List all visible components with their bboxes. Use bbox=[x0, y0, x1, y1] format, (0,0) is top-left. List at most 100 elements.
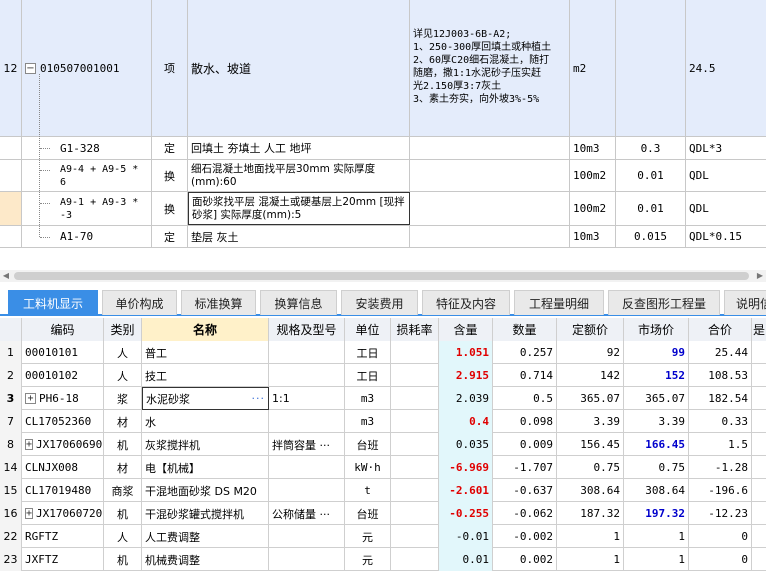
header-name[interactable]: 名称 bbox=[142, 318, 269, 341]
quota-expr[interactable]: QDL bbox=[686, 160, 766, 191]
material-market-price[interactable]: 365.07 bbox=[624, 387, 689, 410]
scrollbar-thumb[interactable] bbox=[14, 272, 749, 280]
material-code[interactable]: 00010101 bbox=[22, 341, 104, 364]
material-name[interactable]: 人工费调整 bbox=[142, 525, 269, 548]
tab-standard-conversion[interactable]: 标准换算 bbox=[181, 290, 256, 315]
header-total[interactable]: 合价 bbox=[689, 318, 752, 341]
bill-row-main[interactable]: 12 − 010507001001 项 散水、坡道 详见12J003-6B-A2… bbox=[0, 0, 766, 137]
material-content[interactable]: -0.255 bbox=[439, 502, 493, 525]
quota-row[interactable]: A1-70 定 垫层 灰土 10m3 0.015 QDL*0.15 bbox=[0, 226, 766, 248]
plus-box-icon[interactable]: + bbox=[25, 439, 34, 450]
quota-name-editor[interactable]: 面砂浆找平层 混凝土或硬基层上20mm [现拌砂浆] 实际厚度(mm):5 bbox=[188, 192, 410, 225]
table-row[interactable]: 3 + PH6-18 浆 水泥砂浆 ··· 1:1 m3 2.039 0.5 365.07 365.0… bbox=[0, 387, 766, 410]
table-row[interactable]: 8 + JX17060690 机 灰浆搅拌机 拌筒容量 ··· 台班 0.035 0.009 15… bbox=[0, 433, 766, 456]
tab-unit-price[interactable]: 单价构成 bbox=[102, 290, 177, 315]
material-name[interactable]: 技工 bbox=[142, 364, 269, 387]
table-row[interactable]: 1 00010101 人 普工 工日 1.051 0.257 92 99 25.44 bbox=[0, 341, 766, 364]
minus-box-icon[interactable]: − bbox=[25, 62, 36, 74]
material-content[interactable]: 0.035 bbox=[439, 433, 493, 456]
material-content[interactable]: -2.601 bbox=[439, 479, 493, 502]
material-code[interactable]: JXFTZ bbox=[22, 548, 104, 571]
tab-features-content[interactable]: 特征及内容 bbox=[422, 290, 510, 315]
tab-graphic-quantity[interactable]: 反查图形工程量 bbox=[608, 290, 720, 315]
header-content[interactable]: 含量 bbox=[439, 318, 493, 341]
horizontal-scrollbar[interactable]: ◀ ▶ bbox=[0, 270, 766, 282]
tab-install-fee[interactable]: 安装费用 bbox=[341, 290, 418, 315]
material-name[interactable]: 干混地面砂浆 DS M20 bbox=[142, 479, 269, 502]
material-code[interactable]: + PH6-18 bbox=[22, 387, 104, 410]
scroll-left-icon[interactable]: ◀ bbox=[0, 270, 12, 282]
header-unit[interactable]: 单位 bbox=[345, 318, 391, 341]
tab-description[interactable]: 说明信 bbox=[724, 290, 766, 315]
tab-conversion-info[interactable]: 换算信息 bbox=[260, 290, 337, 315]
material-spec bbox=[269, 364, 345, 387]
header-code[interactable]: 编码 bbox=[22, 318, 104, 341]
plus-box-icon[interactable]: + bbox=[25, 393, 36, 404]
material-market-price[interactable]: 0.75 bbox=[624, 456, 689, 479]
quota-expr[interactable]: QDL bbox=[686, 192, 766, 225]
material-name[interactable]: 机械费调整 bbox=[142, 548, 269, 571]
material-code[interactable]: CLNJX008 bbox=[22, 456, 104, 479]
header-flag[interactable]: 是 bbox=[752, 318, 766, 341]
material-content[interactable]: -6.969 bbox=[439, 456, 493, 479]
material-market-price[interactable]: 152 bbox=[624, 364, 689, 387]
material-price-text: 187.32 bbox=[580, 507, 620, 520]
table-row[interactable]: 16 + JX17060720 机 干混砂浆罐式搅拌机 公称储量 ··· 台班 -0.255 -… bbox=[0, 502, 766, 525]
table-row[interactable]: 2 00010102 人 技工 工日 2.915 0.714 142 152 108.53 bbox=[0, 364, 766, 387]
header-loss[interactable]: 损耗率 bbox=[391, 318, 439, 341]
material-market-price-text: 308.64 bbox=[645, 484, 685, 497]
bill-features[interactable]: 详见12J003-6B-A2; 1、250-300厚回填土或种植土 2、60厚C… bbox=[410, 0, 570, 136]
quota-expr[interactable]: QDL*3 bbox=[686, 137, 766, 159]
material-name[interactable]: 水 bbox=[142, 410, 269, 433]
quota-row[interactable]: A9-4 + A9-5 * 6 换 细石混凝土地面找平层30mm 实际厚度(mm… bbox=[0, 160, 766, 192]
ellipsis-icon[interactable]: ··· bbox=[252, 392, 266, 405]
material-name[interactable]: 普工 bbox=[142, 341, 269, 364]
bill-code-cell[interactable]: − 010507001001 bbox=[22, 0, 152, 136]
material-content[interactable]: 1.051 bbox=[439, 341, 493, 364]
material-category: 商浆 bbox=[104, 479, 142, 502]
material-market-price[interactable]: 308.64 bbox=[624, 479, 689, 502]
material-market-price[interactable]: 1 bbox=[624, 525, 689, 548]
material-name[interactable]: 灰浆搅拌机 bbox=[142, 433, 269, 456]
header-price[interactable]: 定额价 bbox=[557, 318, 624, 341]
tab-quantity-detail[interactable]: 工程量明细 bbox=[514, 290, 604, 315]
header-market[interactable]: 市场价 bbox=[624, 318, 689, 341]
material-market-price[interactable]: 166.45 bbox=[624, 433, 689, 456]
material-code[interactable]: + JX17060720 bbox=[22, 502, 104, 525]
table-row[interactable]: 14 CLNJX008 材 电【机械】 kW·h -6.969 -1.707 0.75 0.75… bbox=[0, 456, 766, 479]
header-spec[interactable]: 规格及型号 bbox=[269, 318, 345, 341]
header-category[interactable]: 类别 bbox=[104, 318, 142, 341]
quota-expr[interactable]: QDL*0.15 bbox=[686, 226, 766, 247]
material-code[interactable]: CL17019480 bbox=[22, 479, 104, 502]
scroll-right-icon[interactable]: ▶ bbox=[754, 270, 766, 282]
tab-material-display[interactable]: 工料机显示 bbox=[8, 290, 98, 315]
material-price-text: 1 bbox=[613, 553, 620, 566]
material-content[interactable]: 0.4 bbox=[439, 410, 493, 433]
table-row[interactable]: 23 JXFTZ 机 机械费调整 元 0.01 0.002 1 1 0 bbox=[0, 548, 766, 571]
quota-row[interactable]: G1-328 定 回填土 夯填土 人工 地坪 10m3 0.3 QDL*3 bbox=[0, 137, 766, 160]
material-code[interactable]: RGFTZ bbox=[22, 525, 104, 548]
material-market-price[interactable]: 1 bbox=[624, 548, 689, 571]
material-code[interactable]: + JX17060690 bbox=[22, 433, 104, 456]
header-qty[interactable]: 数量 bbox=[493, 318, 557, 341]
material-code[interactable]: CL17052360 bbox=[22, 410, 104, 433]
material-code[interactable]: 00010102 bbox=[22, 364, 104, 387]
quota-row[interactable]: A9-1 + A9-3 * -3 换 面砂浆找平层 混凝土或硬基层上20mm [… bbox=[0, 192, 766, 226]
table-row[interactable]: 7 CL17052360 材 水 m3 0.4 0.098 3.39 3.39 0.33 bbox=[0, 410, 766, 433]
material-unit: m3 bbox=[345, 387, 391, 410]
material-content[interactable]: 2.915 bbox=[439, 364, 493, 387]
material-content[interactable]: 0.01 bbox=[439, 548, 493, 571]
material-name[interactable]: 干混砂浆罐式搅拌机 bbox=[142, 502, 269, 525]
table-row[interactable]: 22 RGFTZ 人 人工费调整 元 -0.01 -0.002 1 1 0 bbox=[0, 525, 766, 548]
material-market-price[interactable]: 99 bbox=[624, 341, 689, 364]
bill-qty-expr[interactable]: 24.5 bbox=[686, 0, 766, 136]
material-content[interactable]: 2.039 bbox=[439, 387, 493, 410]
table-row[interactable]: 15 CL17019480 商浆 干混地面砂浆 DS M20 t -2.601 -0.637… bbox=[0, 479, 766, 502]
material-market-price[interactable]: 197.32 bbox=[624, 502, 689, 525]
material-market-price[interactable]: 3.39 bbox=[624, 410, 689, 433]
bill-name[interactable]: 散水、坡道 bbox=[188, 0, 410, 136]
plus-box-icon[interactable]: + bbox=[25, 508, 34, 519]
material-content[interactable]: -0.01 bbox=[439, 525, 493, 548]
material-name[interactable]: 水泥砂浆 ··· bbox=[142, 387, 269, 410]
material-name[interactable]: 电【机械】 bbox=[142, 456, 269, 479]
